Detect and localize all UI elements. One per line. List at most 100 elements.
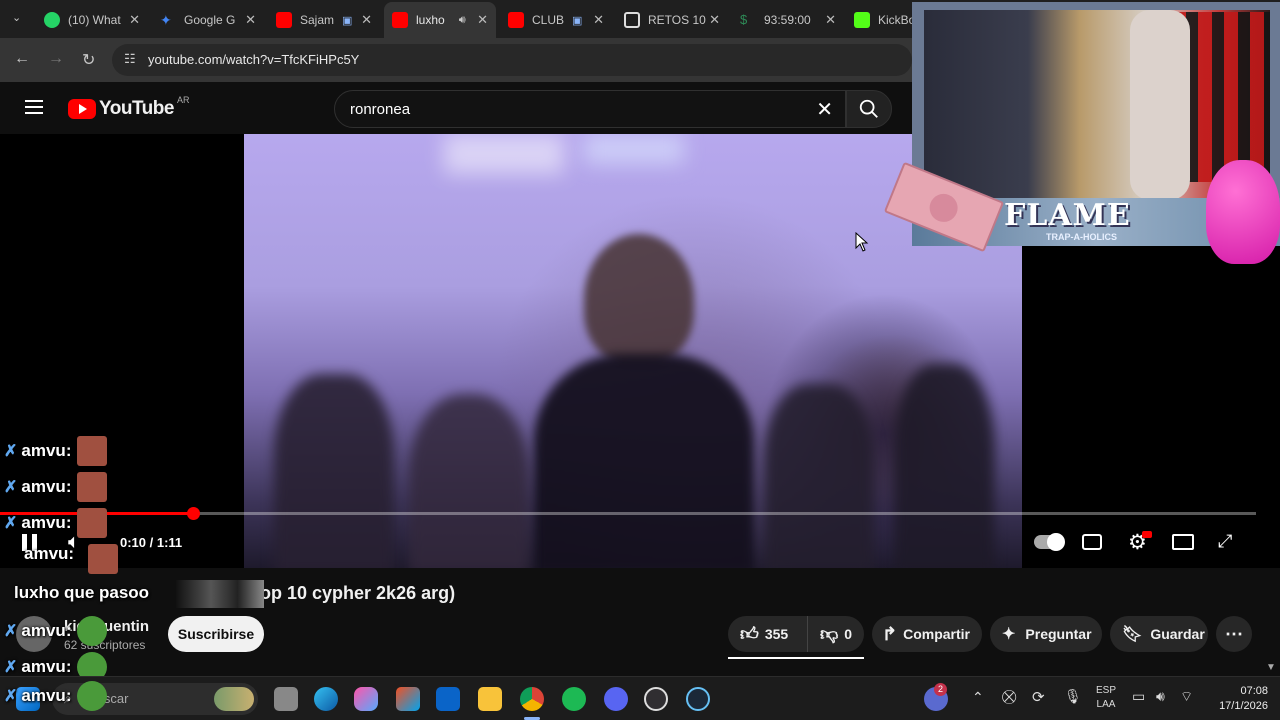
forward-arrow-icon[interactable]: → [48, 50, 64, 68]
settings-gear-icon[interactable]: ⚙ [1128, 530, 1152, 555]
youtube-play-icon [68, 99, 96, 119]
audio-playing-icon[interactable]: 🔊︎ [459, 14, 466, 27]
hamburger-menu-icon[interactable] [25, 100, 43, 114]
tab-search-chevron-icon[interactable]: ⌄ [12, 11, 21, 24]
tab-sajam[interactable]: Sajam ▣ ✕ [268, 6, 380, 34]
more-actions-button[interactable]: ⋯ [1216, 616, 1252, 652]
subscribe-button[interactable]: Suscribirse [168, 616, 264, 652]
task-view-icon[interactable] [274, 687, 298, 711]
back-arrow-icon[interactable]: ← [14, 50, 30, 68]
progress-bar[interactable] [0, 507, 1256, 520]
like-count: 355 [764, 626, 789, 642]
cast-icon: ▣ [342, 14, 353, 27]
chrome-icon[interactable] [520, 687, 544, 711]
spotify-icon[interactable] [562, 687, 586, 711]
sync-icon[interactable]: ⟳ [1032, 688, 1045, 706]
share-button[interactable]: ↱ Compartir [872, 616, 982, 652]
time-display: 0:10 / 1:11 [120, 535, 183, 550]
youtube-icon [392, 12, 408, 28]
close-tab-icon[interactable]: ✕ [477, 12, 488, 28]
subscribe-label: Suscribirse [177, 626, 255, 642]
subtitles-icon[interactable] [1082, 534, 1102, 550]
language-line-2: LAA [1096, 699, 1116, 710]
timer-icon: $ [740, 12, 748, 27]
face-emote-icon [77, 472, 108, 502]
tray-overflow-chevron-icon[interactable]: ⌃ [972, 689, 984, 706]
fullscreen-icon[interactable]: ⤢ [1218, 531, 1232, 552]
video-person-left [274, 374, 394, 568]
tab-retos[interactable]: RETOS 10 ✕ [616, 6, 728, 34]
chat-username: amvu: [21, 477, 72, 496]
site-info-icon[interactable]: ☷ [124, 51, 136, 67]
autoplay-toggle[interactable] [1034, 533, 1065, 551]
chat-line: ✗ amvu: [4, 616, 108, 646]
chat-line: ✗ amvu: [4, 508, 108, 538]
video-person-right [764, 384, 874, 568]
tab-label: 93:59:00 [764, 13, 811, 27]
sword-badge-icon: ✗ [4, 659, 18, 676]
obs-icon[interactable] [644, 687, 668, 711]
tab-timer[interactable]: $ 93:59:00 ✕ [732, 6, 844, 34]
youtube-logo[interactable]: YouTube AR [68, 95, 190, 120]
tab-luxho[interactable]: luxho 🔊︎ ✕ [384, 2, 496, 38]
country-code: AR [176, 95, 190, 105]
tab-google[interactable]: ✦ Google G ✕ [152, 6, 264, 34]
address-bar[interactable]: ☷ youtube.com/watch?v=TfcKFiHPc5Y [112, 44, 912, 76]
save-button[interactable]: 🔖︎ Guardar [1110, 616, 1208, 652]
tab-label: Sajam [300, 13, 335, 27]
search-button[interactable] [846, 90, 892, 128]
file-explorer-icon[interactable] [478, 687, 502, 711]
webcam-arm [1130, 10, 1190, 200]
video-person-center [584, 234, 694, 364]
discord-icon[interactable] [604, 687, 628, 711]
chat-username: amvu: [24, 544, 75, 563]
display-icon[interactable]: ▭ [1132, 688, 1145, 705]
windows-taskbar: ⌕ Buscar ✗ amvu: 2 ⌃ ⛒ ⟳ 🎙︎ ESP LAA ▭ 🔊︎… [0, 676, 1280, 720]
google-gemini-icon: ✦ [160, 12, 172, 28]
microphone-icon[interactable]: 🎙︎ [1064, 688, 1082, 705]
clear-search-icon[interactable]: ✕ [816, 97, 833, 122]
video-person-far-right [894, 364, 994, 568]
bookmark-icon: 🔖︎ [1122, 626, 1143, 643]
copilot-icon[interactable] [354, 687, 378, 711]
network-icon[interactable]: ⛒ [1002, 688, 1016, 705]
close-tab-icon[interactable]: ✕ [361, 12, 372, 28]
close-tab-icon[interactable]: ✕ [825, 12, 836, 28]
theater-mode-icon[interactable] [1172, 534, 1194, 550]
edge-browser-icon[interactable] [314, 687, 338, 711]
tab-label: RETOS 10 [648, 13, 706, 27]
chat-username: amvu: [21, 621, 72, 640]
search-input[interactable]: ronronea ✕ [334, 90, 846, 128]
video-ceiling-light [584, 134, 684, 164]
chat-username: amvu: [21, 513, 72, 532]
speaker-icon[interactable]: 🔊︎ [1156, 688, 1165, 705]
clock-time: 07:08 [1240, 685, 1268, 697]
tab-kickbot[interactable]: KickBot [846, 6, 912, 34]
webcam-banner-subtext: TRAP-A-HOLICS [1046, 232, 1117, 242]
thumbs-up-icon: 👍︎ [740, 624, 759, 644]
clock[interactable]: 07:08 17/1/2026 [1204, 684, 1268, 714]
dislike-button[interactable]: 👎︎ 0 [808, 623, 852, 645]
steam-icon[interactable] [686, 687, 710, 711]
like-button[interactable]: 👍︎ 355 [728, 616, 808, 652]
spreadsheet-icon [624, 12, 640, 28]
pepe-emote-icon [77, 616, 108, 646]
close-tab-icon[interactable]: ✕ [245, 12, 256, 28]
webcam-banner-text: FLAME [1004, 198, 1131, 233]
scroll-down-arrow-icon[interactable]: ▼ [1266, 662, 1276, 673]
chat-message-text: luxho que pasoo [14, 583, 150, 602]
sword-badge-icon: ✗ [4, 515, 18, 532]
close-tab-icon[interactable]: ✕ [129, 12, 140, 28]
close-tab-icon[interactable]: ✕ [709, 12, 720, 28]
language-indicator[interactable]: ESP LAA [1092, 684, 1120, 712]
microsoft-store-icon[interactable] [396, 687, 420, 711]
close-tab-icon[interactable]: ✕ [593, 12, 604, 28]
wifi-icon[interactable]: ⌔ [1180, 688, 1193, 706]
like-dislike-group: 👍︎ 355 👎︎ 0 [728, 616, 864, 652]
share-label: Compartir [903, 626, 970, 642]
ask-button[interactable]: ✦ Preguntar [990, 616, 1102, 652]
outlook-icon[interactable] [436, 687, 460, 711]
reload-icon[interactable]: ↻ [82, 50, 95, 70]
tab-club[interactable]: CLUB ▣ ✕ [500, 6, 612, 34]
tab-whatsapp[interactable]: (10) What ✕ [36, 6, 148, 34]
